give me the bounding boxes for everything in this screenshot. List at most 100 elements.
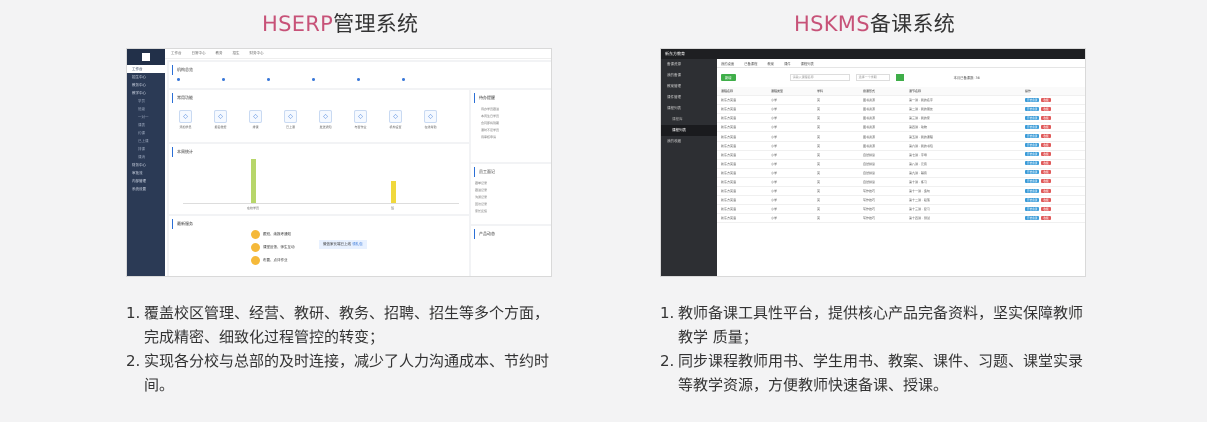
kms-tab[interactable]: 课程列表	[801, 61, 814, 66]
erp-sidebar-item[interactable]: 招生中心	[127, 73, 165, 81]
start-prep-button[interactable]: 开始备课	[1025, 206, 1040, 211]
erp-top-tab[interactable]: 日常中心	[192, 51, 206, 56]
start-prep-button[interactable]: 开始备课	[1025, 179, 1040, 184]
start-prep-button[interactable]: 开始备课	[1025, 115, 1040, 120]
erp-todo-item[interactable]: 待审核申请	[471, 134, 551, 141]
erp-log-item[interactable]: 家长反馈	[471, 208, 551, 215]
erp-sidebar-item[interactable]: 审批流	[127, 169, 165, 177]
erp-topnav: 工作台 日常中心 教务 招生 财务中心	[165, 49, 551, 59]
favorite-button[interactable]: 收藏	[1041, 161, 1051, 166]
quick-link-icon: ◇	[214, 110, 227, 123]
erp-sidebar-item[interactable]: 内部管理	[127, 177, 165, 185]
erp-sidebar-item[interactable]: 约课	[127, 129, 165, 137]
favorite-button[interactable]: 收藏	[1041, 170, 1051, 175]
favorite-button[interactable]: 收藏	[1041, 197, 1051, 202]
erp-quick-link[interactable]: ◇ 在线考勤	[424, 110, 437, 129]
favorite-button[interactable]: 收藏	[1041, 115, 1051, 120]
favorite-button[interactable]: 收藏	[1041, 106, 1051, 111]
kms-sidebar-item[interactable]: 课件管理	[661, 92, 717, 103]
kms-sidebar-item[interactable]: 备课资源	[661, 59, 717, 70]
erp-todo-item[interactable]: 待办学员跟进	[471, 106, 551, 113]
erp-quick-link[interactable]: ◇ 布置作业	[354, 110, 367, 129]
table-cell: 英	[817, 189, 821, 194]
erp-sidebar-item[interactable]: 学员	[127, 97, 165, 105]
erp-todo-item[interactable]: 本周生日学员	[471, 113, 551, 120]
erp-sidebar-item[interactable]: 课消	[127, 153, 165, 161]
erp-todo-item[interactable]: 课时不足学员	[471, 127, 551, 134]
start-prep-button[interactable]: 开始备课	[1025, 161, 1040, 166]
erp-sidebar-item[interactable]: 教学中心	[127, 89, 165, 97]
todo-text: 合同即将到期	[481, 121, 500, 125]
erp-sidebar-item[interactable]: 班级	[127, 105, 165, 113]
table-cell: 小学	[771, 198, 778, 203]
favorite-button[interactable]: 收藏	[1041, 179, 1051, 184]
erp-top-tab[interactable]: 财务中心	[250, 51, 264, 56]
erp-sidebar-item[interactable]: 工作台	[127, 65, 165, 73]
erp-quick-link[interactable]: ◇ 添加学员	[179, 110, 192, 129]
erp-sidebar-item[interactable]: 已上课	[127, 137, 165, 145]
favorite-button[interactable]: 收藏	[1041, 97, 1051, 102]
table-cell: 小学	[771, 143, 778, 148]
start-prep-button[interactable]: 开始备课	[1025, 97, 1040, 102]
start-prep-button[interactable]: 开始备课	[1025, 170, 1040, 175]
erp-log-item[interactable]: 跟进记录	[471, 187, 551, 194]
search-icon[interactable]	[895, 73, 904, 81]
erp-sidebar-item[interactable]: 系统设置	[127, 185, 165, 193]
erp-sidebar-item[interactable]: 课表	[127, 121, 165, 129]
favorite-button[interactable]: 收藏	[1041, 152, 1051, 157]
erp-top-tab[interactable]: 工作台	[171, 51, 182, 56]
erp-log-item[interactable]: 回访记录	[471, 201, 551, 208]
erp-log-item[interactable]: 跟单记录	[471, 180, 551, 187]
kms-tab[interactable]: 已备课程	[744, 61, 757, 66]
favorite-button[interactable]: 收藏	[1041, 143, 1051, 148]
start-prep-button[interactable]: 开始备课	[1025, 197, 1040, 202]
favorite-button[interactable]: 收藏	[1041, 215, 1051, 220]
kms-search-input[interactable]: 请输入课程名称	[789, 73, 850, 81]
erp-stats-heading: 机构总览	[172, 65, 548, 75]
table-cell: 新东方英语	[721, 170, 737, 175]
erp-quick-link[interactable]: ◇ 发送通知	[319, 110, 332, 129]
favorite-button[interactable]: 收藏	[1041, 188, 1051, 193]
erp-log-panel: 员工面记 跟单记录 跟进记录 沟通记录 回访记录 家长反馈	[471, 164, 551, 224]
kms-sidebar-item[interactable]: 课程库	[661, 114, 717, 125]
list-item: 1. 教师备课工具性平台，提供核心产品完备资料，坚实保障教师教学 质量；	[660, 301, 1090, 349]
erp-quick-link[interactable]: ◇ 机构设置	[389, 110, 402, 129]
kms-sidebar-item[interactable]: 我的收藏	[661, 136, 717, 147]
favorite-button[interactable]: 收藏	[1041, 206, 1051, 211]
erp-quick-link[interactable]: ◇ 已上课	[284, 110, 297, 129]
start-prep-button[interactable]: 开始备课	[1025, 152, 1040, 157]
erp-sidebar-item[interactable]: 一对一	[127, 113, 165, 121]
erp-sidebar-item[interactable]: 财务中心	[127, 161, 165, 169]
notice-text: 课堂反馈、师生互动	[263, 245, 295, 249]
notice-icon	[251, 256, 260, 265]
erp-top-tab[interactable]: 教务	[216, 51, 223, 56]
erp-quick-link[interactable]: ◇ 排课	[249, 110, 262, 129]
favorite-button[interactable]: 收藏	[1041, 134, 1051, 139]
kms-tab[interactable]: 教案	[767, 61, 774, 66]
erp-sidebar-item[interactable]: 排课	[127, 145, 165, 153]
kms-sidebar-item[interactable]: 课程列表	[661, 125, 717, 136]
kms-sidebar-item[interactable]: 我的备课	[661, 70, 717, 81]
erp-quick-link[interactable]: ◇ 报名缴费	[214, 110, 227, 129]
erp-top-tab[interactable]: 招生	[233, 51, 240, 56]
erp-promo-link[interactable]: 领礼包	[352, 242, 363, 246]
favorite-button[interactable]: 收藏	[1041, 124, 1051, 129]
quick-link-label: 排课	[252, 125, 259, 129]
kms-add-button[interactable]: 新增	[721, 73, 736, 81]
start-prep-button[interactable]: 开始备课	[1025, 143, 1040, 148]
table-cell: 写作技巧	[863, 207, 876, 212]
erp-log-item[interactable]: 沟通记录	[471, 194, 551, 201]
kms-sidebar-item[interactable]: 课程列表	[661, 103, 717, 114]
start-prep-button[interactable]: 开始备课	[1025, 215, 1040, 220]
kms-tab[interactable]: 课件	[784, 61, 791, 66]
erp-todo-item[interactable]: 合同即将到期	[471, 120, 551, 127]
table-cell: 自然拼读	[863, 170, 876, 175]
kms-sidebar-item[interactable]: 教案管理	[661, 81, 717, 92]
start-prep-button[interactable]: 开始备课	[1025, 134, 1040, 139]
start-prep-button[interactable]: 开始备课	[1025, 106, 1040, 111]
erp-sidebar-item[interactable]: 教务中心	[127, 81, 165, 89]
start-prep-button[interactable]: 开始备课	[1025, 188, 1040, 193]
kms-tab[interactable]: 我的桌面	[721, 61, 734, 66]
start-prep-button[interactable]: 开始备课	[1025, 124, 1040, 129]
kms-filter-select[interactable]: 选择一个学期	[855, 73, 890, 81]
